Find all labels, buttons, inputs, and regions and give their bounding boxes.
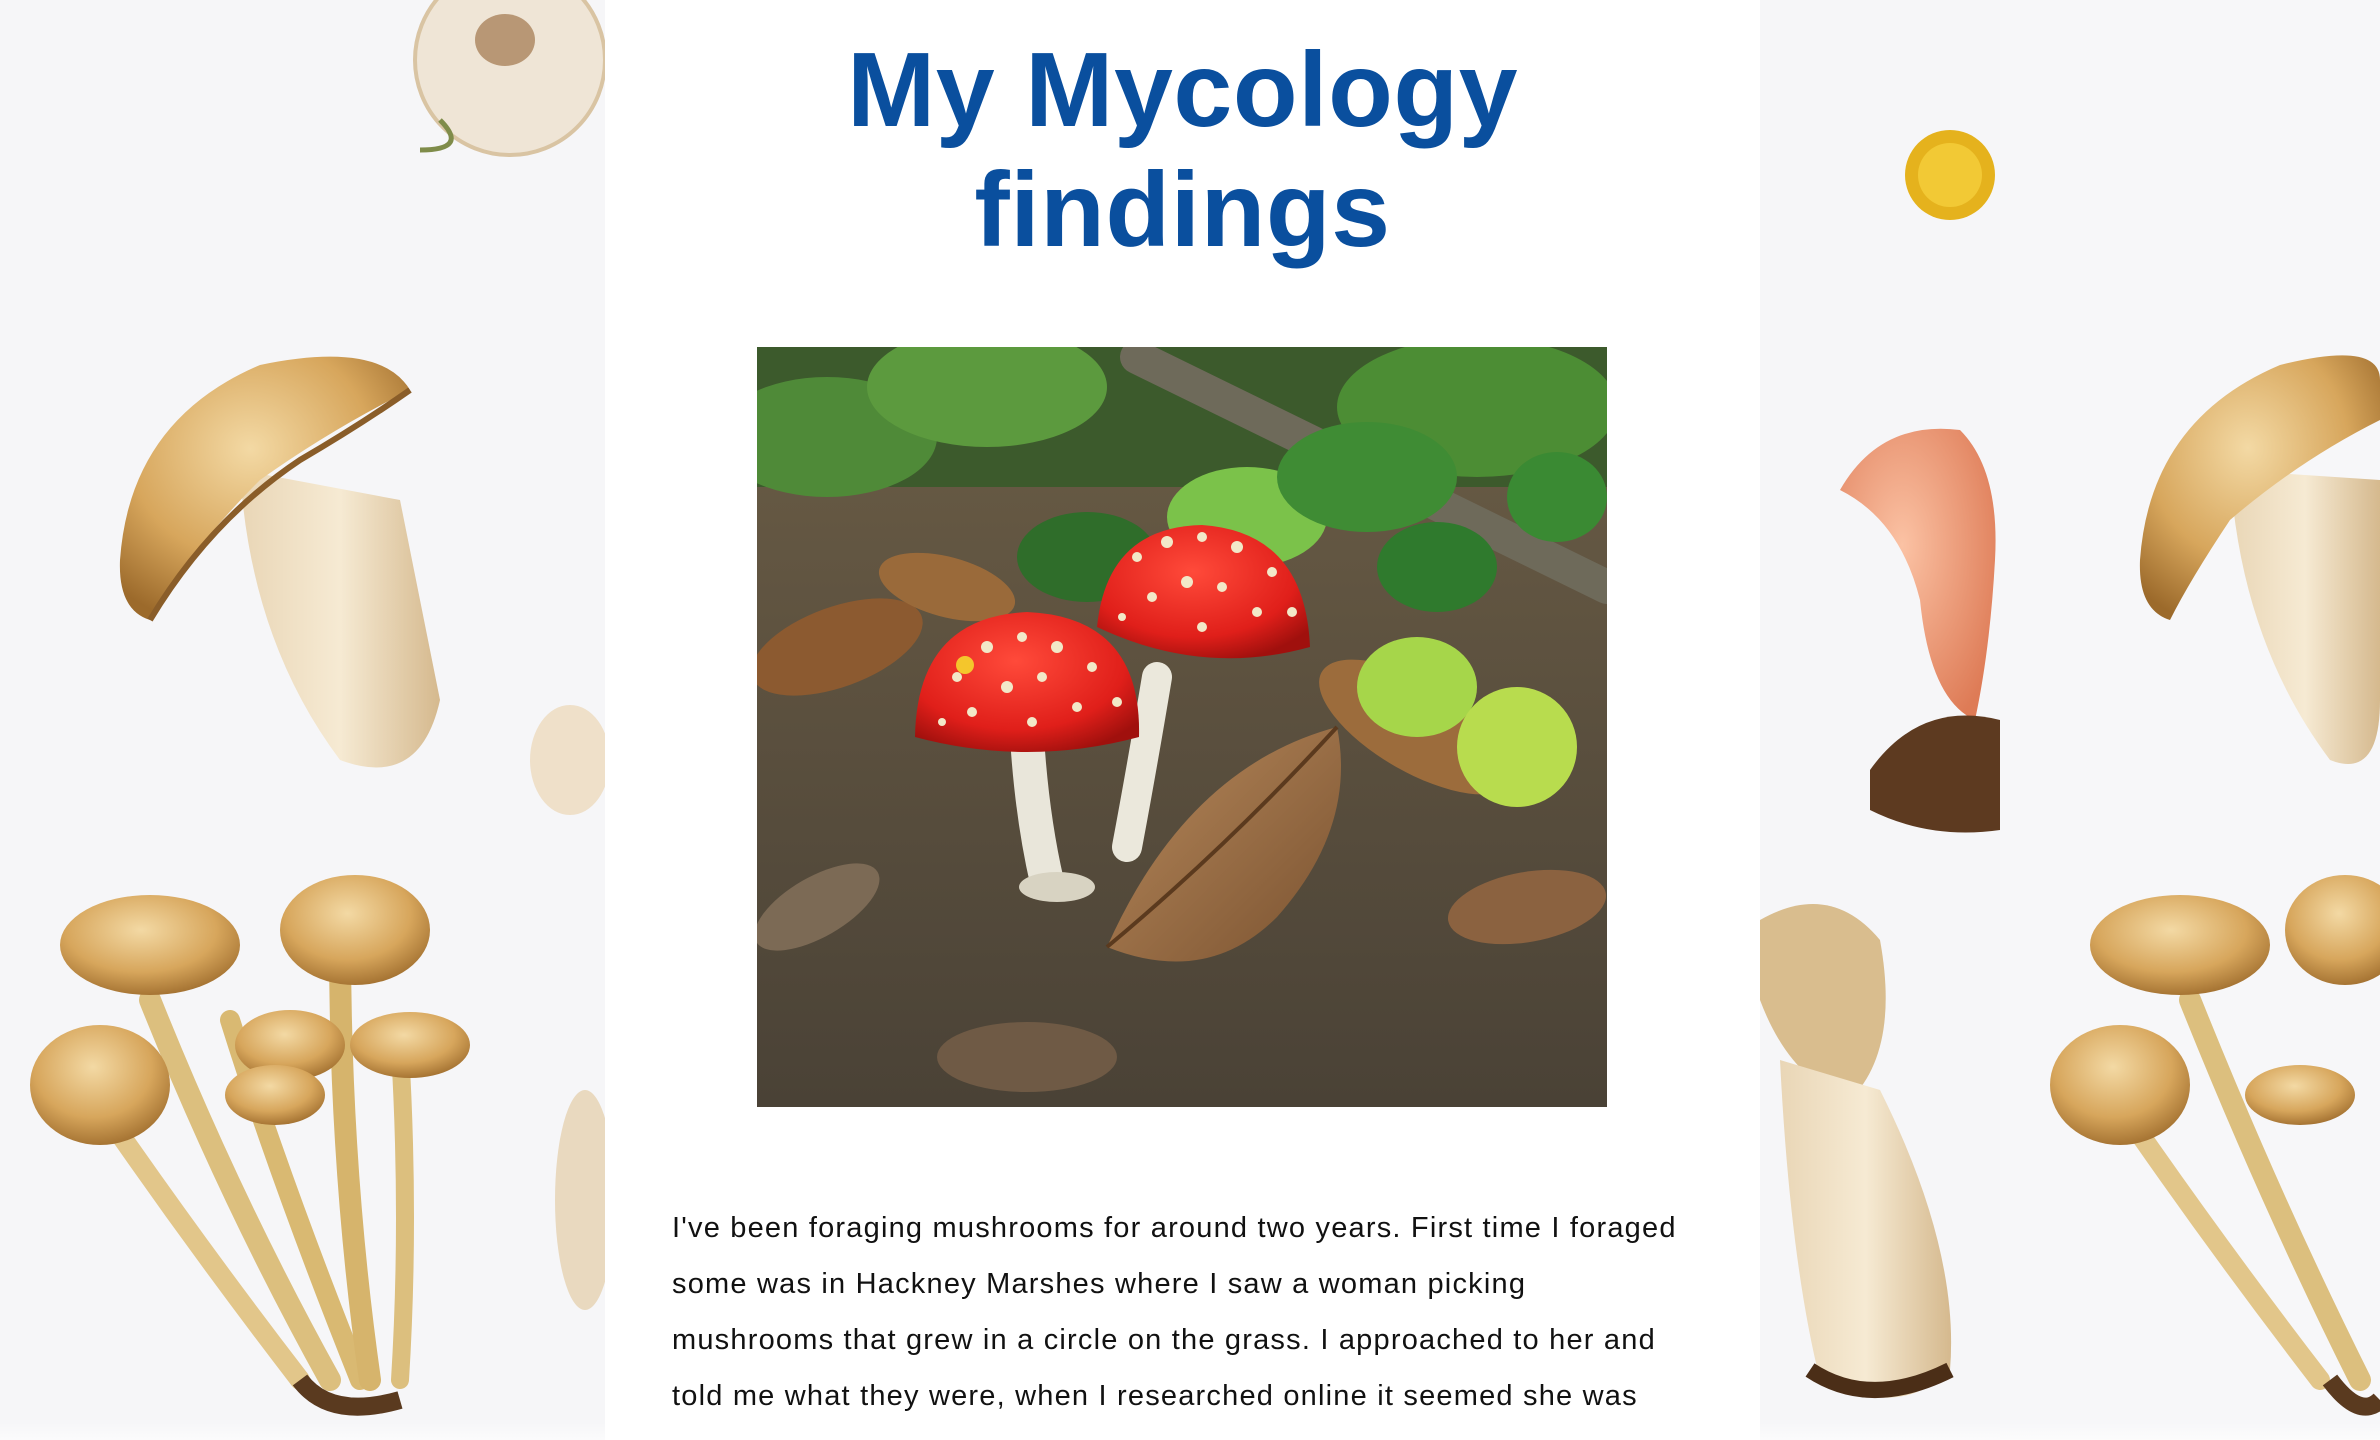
bottom-fade xyxy=(0,1422,2380,1440)
title-line-2: findings xyxy=(974,151,1391,269)
intro-paragraph: I've been foraging mushrooms for around … xyxy=(672,1212,1677,1412)
page-title: My Mycology findings xyxy=(605,30,1760,270)
peach-mushroom xyxy=(1840,428,2000,833)
title-line-1: My Mycology xyxy=(846,31,1519,149)
bolete-left xyxy=(119,356,440,768)
fly-agaric-photo xyxy=(757,347,1607,1107)
bolete-bottom-right xyxy=(1760,904,1954,1398)
article-card: My Mycology findings I've been foraging … xyxy=(605,0,1760,1440)
mushroom-cluster-left xyxy=(30,875,470,1416)
gill-cap-top-left xyxy=(413,0,607,157)
yellow-flower xyxy=(1905,130,1995,220)
